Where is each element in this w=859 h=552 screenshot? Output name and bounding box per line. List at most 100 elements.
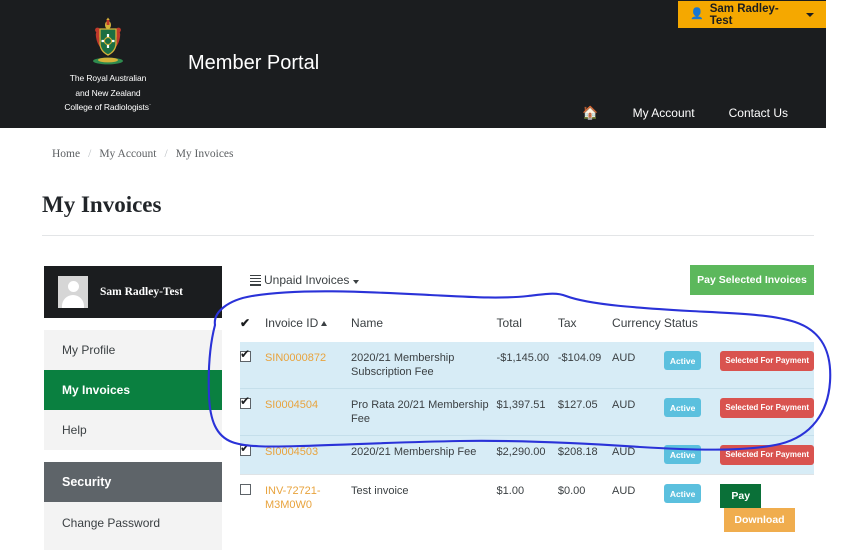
top-navigation: 🏠 My Account Contact Us (0, 98, 826, 128)
breadcrumb-separator: / (165, 148, 168, 160)
status-badge: Active (664, 484, 702, 503)
table-row[interactable]: INV-72721-M3M0W0 Test invoice $1.00 $0.0… (240, 475, 814, 542)
breadcrumb-separator: / (88, 148, 91, 160)
invoice-id-link[interactable]: SI0004504 (265, 399, 318, 411)
row-checkbox[interactable] (240, 398, 251, 409)
row-checkbox[interactable] (240, 445, 251, 456)
user-icon: 👤 (690, 9, 704, 20)
row-total-cell: $1,397.51 (497, 389, 558, 436)
column-header-name[interactable]: Name (351, 310, 497, 342)
sidebar-menu: My Profile My Invoices Help (44, 330, 222, 450)
nav-home-link[interactable]: 🏠 (582, 105, 598, 121)
row-status-cell: Active (664, 389, 721, 436)
logo-line-1: The Royal Australian (62, 73, 154, 85)
row-action-cell: Selected For Payment (720, 436, 814, 475)
status-badge: Active (664, 351, 702, 370)
table-row[interactable]: SIN0000872 2020/21 Membership Subscripti… (240, 342, 814, 389)
row-invoice-id-cell: SI0004503 (265, 436, 351, 475)
check-icon: ✔ (240, 316, 250, 330)
row-tax-cell: -$104.09 (558, 342, 612, 389)
invoices-table-body: SIN0000872 2020/21 Membership Subscripti… (240, 342, 814, 541)
row-currency-cell: AUD (612, 342, 664, 389)
sidebar-item-my-profile[interactable]: My Profile (44, 330, 222, 370)
status-badge: Active (664, 398, 702, 417)
row-name-cell: 2020/21 Membership Fee (351, 436, 497, 475)
selected-for-payment-badge: Selected For Payment (720, 398, 814, 418)
sidebar-user-card: Sam Radley-Test (44, 266, 222, 318)
sidebar-item-change-password[interactable]: Change Password (44, 502, 222, 544)
column-header-select[interactable]: ✔ (240, 310, 265, 342)
invoice-filter-label: Unpaid Invoices (264, 273, 349, 287)
row-name-cell: Pro Rata 20/21 Membership Fee (351, 389, 497, 436)
list-icon (250, 275, 261, 286)
row-tax-cell: $208.18 (558, 436, 612, 475)
row-action-cell: Selected For Payment (720, 389, 814, 436)
row-invoice-id-cell: SI0004504 (265, 389, 351, 436)
sidebar-item-label: My Profile (62, 343, 115, 357)
sidebar-item-label: My Invoices (62, 383, 130, 397)
invoice-id-link[interactable]: SI0004503 (265, 446, 318, 458)
table-header-row: ✔ Invoice ID Name Total Tax Currency Sta… (240, 310, 814, 342)
breadcrumb-home[interactable]: Home (52, 148, 80, 160)
column-header-status[interactable]: Status (664, 310, 721, 342)
portal-title: Member Portal (188, 52, 319, 75)
sidebar-item-label: Help (62, 423, 87, 437)
invoices-table: ✔ Invoice ID Name Total Tax Currency Sta… (240, 310, 814, 541)
nav-my-account-link[interactable]: My Account (633, 106, 695, 120)
title-divider (42, 235, 814, 236)
column-header-currency[interactable]: Currency (612, 310, 664, 342)
download-button[interactable]: Download (724, 508, 794, 532)
row-select-cell[interactable] (240, 436, 265, 475)
row-name-cell: Test invoice (351, 475, 497, 542)
table-row[interactable]: SI0004503 2020/21 Membership Fee $2,290.… (240, 436, 814, 475)
row-action-cell: Selected For Payment (720, 342, 814, 389)
sidebar-security-menu: Change Password (44, 502, 222, 550)
row-status-cell: Active (664, 436, 721, 475)
column-header-invoice-id[interactable]: Invoice ID (265, 310, 351, 342)
column-header-total[interactable]: Total (497, 310, 558, 342)
selected-for-payment-badge: Selected For Payment (720, 445, 814, 465)
row-select-cell[interactable] (240, 389, 265, 436)
column-header-actions (720, 310, 814, 342)
row-total-cell: $2,290.00 (497, 436, 558, 475)
row-tax-cell: $0.00 (558, 475, 612, 542)
site-header: The Royal Australian and New Zealand Col… (0, 0, 826, 128)
sort-ascending-icon (321, 321, 327, 326)
invoice-id-link[interactable]: SIN0000872 (265, 352, 326, 364)
row-total-cell: -$1,145.00 (497, 342, 558, 389)
sidebar-item-my-invoices[interactable]: My Invoices (44, 370, 222, 410)
row-action-cell: PayDownload (720, 475, 814, 542)
nav-contact-us-link[interactable]: Contact Us (729, 106, 788, 120)
row-checkbox[interactable] (240, 484, 251, 495)
user-menu-button[interactable]: 👤 Sam Radley-Test (678, 1, 826, 28)
column-header-tax[interactable]: Tax (558, 310, 612, 342)
chevron-down-icon (353, 280, 359, 284)
pay-selected-invoices-button[interactable]: Pay Selected Invoices (690, 265, 814, 295)
status-badge: Active (664, 445, 702, 464)
breadcrumb-my-account[interactable]: My Account (99, 148, 156, 160)
invoice-id-link[interactable]: INV-72721-M3M0W0 (265, 485, 321, 511)
row-select-cell[interactable] (240, 475, 265, 542)
column-label: Invoice ID (265, 316, 318, 330)
pay-button[interactable]: Pay (720, 484, 761, 508)
row-select-cell[interactable] (240, 342, 265, 389)
row-status-cell: Active (664, 342, 721, 389)
page-title: My Invoices (42, 192, 161, 218)
row-name-cell: 2020/21 Membership Subscription Fee (351, 342, 497, 389)
sidebar-item-label: Change Password (62, 516, 160, 530)
sidebar-item-help[interactable]: Help (44, 410, 222, 450)
row-invoice-id-cell: SIN0000872 (265, 342, 351, 389)
row-checkbox[interactable] (240, 351, 251, 362)
invoice-filter-dropdown[interactable]: Unpaid Invoices (250, 273, 359, 287)
avatar (58, 276, 88, 308)
row-currency-cell: AUD (612, 436, 664, 475)
row-currency-cell: AUD (612, 389, 664, 436)
table-row[interactable]: SI0004504 Pro Rata 20/21 Membership Fee … (240, 389, 814, 436)
breadcrumb-my-invoices[interactable]: My Invoices (176, 148, 234, 160)
home-icon: 🏠 (582, 105, 598, 120)
page-root: The Royal Australian and New Zealand Col… (0, 0, 859, 552)
selected-for-payment-badge: Selected For Payment (720, 351, 814, 371)
row-tax-cell: $127.05 (558, 389, 612, 436)
sidebar-security-heading: Security (44, 462, 222, 502)
invoices-table-head: ✔ Invoice ID Name Total Tax Currency Sta… (240, 310, 814, 342)
